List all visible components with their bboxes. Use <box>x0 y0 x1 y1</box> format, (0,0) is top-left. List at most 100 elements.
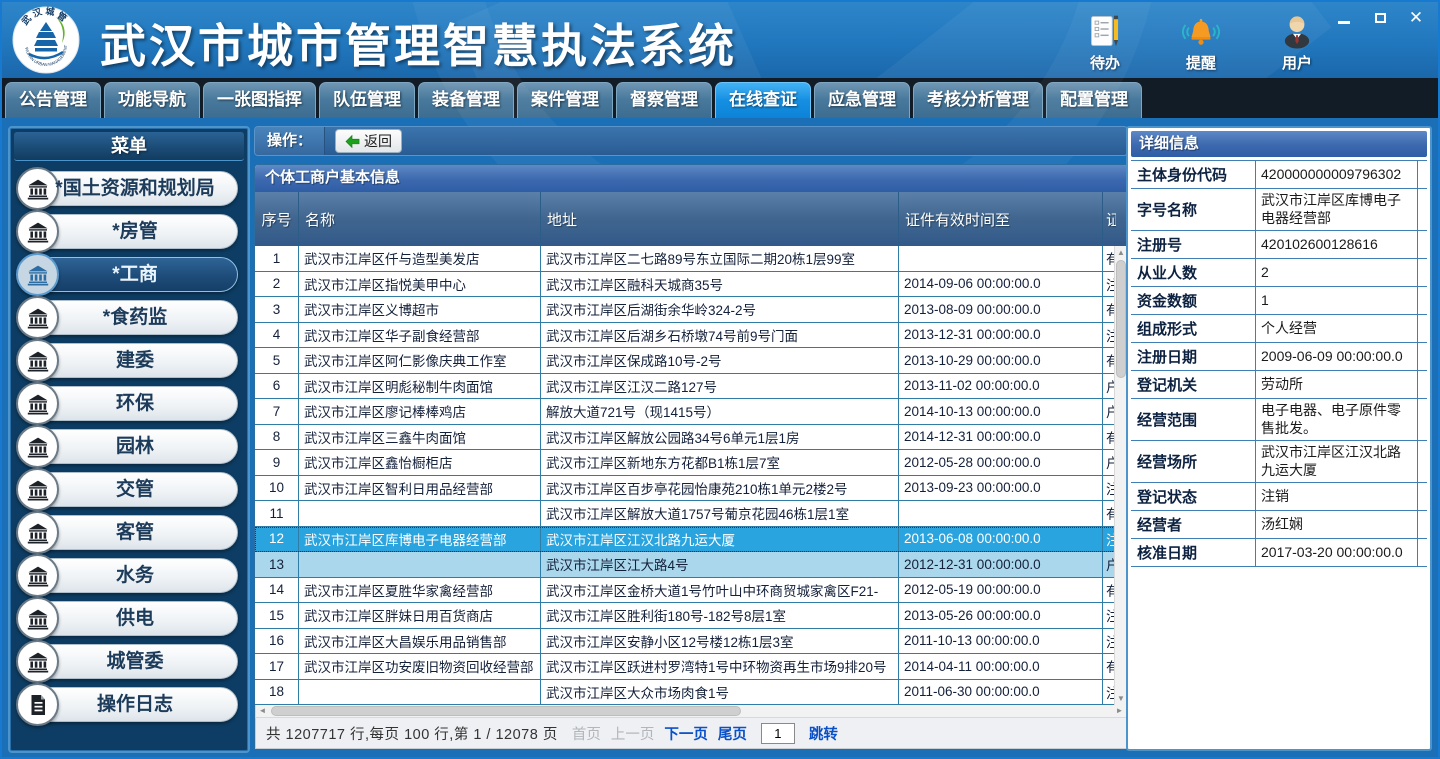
detail-panel: 详细信息 主体身份代码 420000000009796302 字号名称 武汉市江… <box>1126 126 1432 751</box>
sidebar-item-label: 操作日志 <box>32 687 238 722</box>
cell-valid-until: 2014-04-11 00:00:00.0 <box>899 654 1103 680</box>
cell-name: 武汉市江岸区鑫怡橱柜店 <box>299 450 541 476</box>
nav-tab-8-active[interactable]: 在线查证 <box>715 82 811 118</box>
detail-field-value: 武汉市江岸区库博电子电器经营部 <box>1255 189 1417 230</box>
cell-index: 2 <box>255 272 299 298</box>
back-button-label: 返回 <box>364 131 392 151</box>
cell-address: 武汉市江岸区安静小区12号楼12栋1层3室 <box>541 629 899 655</box>
cell-name: 武汉市江岸区胖妹日用百货商店 <box>299 603 541 629</box>
detail-field-value: 劳动所 <box>1255 371 1417 398</box>
sidebar-item-label: 交管 <box>32 472 238 507</box>
nav-tab-1[interactable]: 公告管理 <box>5 82 101 118</box>
sidebar-item[interactable]: 水务 <box>18 558 240 593</box>
nav-tab-2[interactable]: 功能导航 <box>104 82 200 118</box>
vertical-scrollbar-thumb[interactable] <box>1116 260 1126 378</box>
close-icon[interactable]: ✕ <box>1408 10 1424 26</box>
prev-page-link[interactable]: 上一页 <box>611 723 655 744</box>
results-panel: 个体工商户基本信息 序号名称地址证件有效时间至证件状态 1 武汉市江岸区仟与造型… <box>254 164 1128 750</box>
detail-row: 资金数额 1 <box>1131 287 1427 315</box>
table-row[interactable]: 4 武汉市江岸区华子副食经营部 武汉市江岸区后湖乡石桥墩74号前9号门面 201… <box>255 323 1127 349</box>
table-column-header: 证件状态 <box>1103 192 1116 246</box>
table-row[interactable]: 15 武汉市江岸区胖妹日用百货商店 武汉市江岸区胜利街180号-182号8层1室… <box>255 603 1127 629</box>
user-label: 用户 <box>1266 52 1328 73</box>
table-row[interactable]: 18 武汉市江岸区大众市场肉食1号 2011-06-30 00:00:00.0 … <box>255 680 1127 706</box>
scroll-right-icon[interactable]: ► <box>1113 705 1126 717</box>
cell-valid-until: 2011-10-13 00:00:00.0 <box>899 629 1103 655</box>
nav-tab-9[interactable]: 应急管理 <box>814 82 910 118</box>
table-row[interactable]: 1 武汉市江岸区仟与造型美发店 武汉市江岸区二七路89号东立国际二期20栋1层9… <box>255 246 1127 272</box>
detail-fields: 主体身份代码 420000000009796302 字号名称 武汉市江岸区库博电… <box>1131 160 1427 567</box>
nav-tab-7[interactable]: 督察管理 <box>616 82 712 118</box>
table-row[interactable]: 9 武汉市江岸区鑫怡橱柜店 武汉市江岸区新地东方花都B1栋1层7室 2012-0… <box>255 450 1127 476</box>
table-row[interactable]: 2 武汉市江岸区指悦美甲中心 武汉市江岸区融科天城商35号 2014-09-06… <box>255 272 1127 298</box>
sidebar-item[interactable]: *国土资源和规划局 <box>18 171 240 206</box>
sidebar-item[interactable]: 操作日志 <box>18 687 240 722</box>
detail-field-value: 1 <box>1255 287 1417 314</box>
cell-index: 15 <box>255 603 299 629</box>
nav-tab-6[interactable]: 案件管理 <box>517 82 613 118</box>
table-row[interactable]: 5 武汉市江岸区阿仁影像庆典工作室 武汉市江岸区保成路10号-2号 2013-1… <box>255 348 1127 374</box>
table-row[interactable]: 17 武汉市江岸区功安废旧物资回收经营部 武汉市江岸区跃进村罗湾特1号中环物资再… <box>255 654 1127 680</box>
detail-row-gutter <box>1417 287 1427 314</box>
cell-name: 武汉市江岸区仟与造型美发店 <box>299 246 541 272</box>
cell-valid-until: 2012-12-31 00:00:00.0 <box>899 552 1103 578</box>
table-row[interactable]: 8 武汉市江岸区三鑫牛肉面馆 武汉市江岸区解放公园路34号6单元1层1房 201… <box>255 425 1127 451</box>
sidebar-item[interactable]: 建委 <box>18 343 240 378</box>
user-button[interactable]: 用户 <box>1266 12 1328 73</box>
table-row[interactable]: 11 武汉市江岸区解放大道1757号葡京花园46栋1层1室 有 <box>255 501 1127 527</box>
table-row[interactable]: 3 武汉市江岸区义博超市 武汉市江岸区后湖街余华岭324-2号 2013-08-… <box>255 297 1127 323</box>
table-row[interactable]: 7 武汉市江岸区廖记棒棒鸡店 解放大道721号（现1415号） 2014-10-… <box>255 399 1127 425</box>
alerts-button[interactable]: 提醒 <box>1170 12 1232 73</box>
scroll-left-icon[interactable]: ◄ <box>256 705 269 717</box>
todo-button[interactable]: 待办 <box>1074 12 1136 73</box>
cell-name: 武汉市江岸区明彪秘制牛肉面馆 <box>299 374 541 400</box>
nav-tab-3[interactable]: 一张图指挥 <box>203 82 316 118</box>
nav-tab-10[interactable]: 考核分析管理 <box>913 82 1043 118</box>
table-row[interactable]: 16 武汉市江岸区大昌娱乐用品销售部 武汉市江岸区安静小区12号楼12栋1层3室… <box>255 629 1127 655</box>
horizontal-scrollbar[interactable]: ◄ ► <box>255 705 1127 718</box>
detail-row-gutter <box>1417 399 1427 440</box>
jump-link[interactable]: 跳转 <box>809 723 838 744</box>
pagination-summary: 共 1207717 行,每页 100 行,第 1 / 12078 页 <box>266 723 558 744</box>
sidebar-item[interactable]: 城管委 <box>18 644 240 679</box>
maximize-icon[interactable] <box>1372 10 1388 26</box>
detail-row-gutter <box>1417 441 1427 482</box>
cell-index: 18 <box>255 680 299 706</box>
alerts-label: 提醒 <box>1170 52 1232 73</box>
sidebar-item[interactable]: *食药监 <box>18 300 240 335</box>
table-row[interactable]: 10 武汉市江岸区智利日用品经营部 武汉市江岸区百步亭花园怡康苑210栋1单元2… <box>255 476 1127 502</box>
pagination-bar: 共 1207717 行,每页 100 行,第 1 / 12078 页 首页 上一… <box>255 718 1127 749</box>
nav-tab-5[interactable]: 装备管理 <box>418 82 514 118</box>
sidebar-item[interactable]: *工商 <box>18 257 240 292</box>
page-number-input[interactable] <box>761 723 795 744</box>
detail-row: 经营范围 电子电器、电子原件零售批发。 <box>1131 399 1427 441</box>
table-row[interactable]: 13 武汉市江岸区江大路4号 2012-12-31 00:00:00.0 户 <box>255 552 1127 578</box>
cell-valid-until: 2013-11-02 00:00:00.0 <box>899 374 1103 400</box>
sidebar-item[interactable]: *房管 <box>18 214 240 249</box>
cell-valid-until <box>899 501 1103 527</box>
next-page-link[interactable]: 下一页 <box>664 723 708 744</box>
table-row[interactable]: 12 武汉市江岸区库博电子电器经营部 武汉市江岸区江汉北路九运大厦 2013-0… <box>255 527 1127 553</box>
detail-row-gutter <box>1417 343 1427 370</box>
sidebar-item[interactable]: 客管 <box>18 515 240 550</box>
table-row[interactable]: 14 武汉市江岸区夏胜华家禽经营部 武汉市江岸区金桥大道1号竹叶山中环商贸城家禽… <box>255 578 1127 604</box>
cell-valid-until: 2013-12-31 00:00:00.0 <box>899 323 1103 349</box>
cell-name: 武汉市江岸区廖记棒棒鸡店 <box>299 399 541 425</box>
table-row[interactable]: 6 武汉市江岸区明彪秘制牛肉面馆 武汉市江岸区江汉二路127号 2013-11-… <box>255 374 1127 400</box>
back-button[interactable]: 返回 <box>335 129 402 153</box>
cell-index: 10 <box>255 476 299 502</box>
horizontal-scrollbar-thumb[interactable] <box>271 706 741 716</box>
sidebar-item[interactable]: 环保 <box>18 386 240 421</box>
table-column-header: 名称 <box>299 192 541 246</box>
detail-field-value: 个人经营 <box>1255 315 1417 342</box>
nav-tab-11[interactable]: 配置管理 <box>1046 82 1142 118</box>
nav-tab-4[interactable]: 队伍管理 <box>319 82 415 118</box>
sidebar-item[interactable]: 园林 <box>18 429 240 464</box>
minimize-icon[interactable] <box>1336 10 1352 26</box>
first-page-link[interactable]: 首页 <box>572 723 601 744</box>
cell-index: 1 <box>255 246 299 272</box>
detail-field-label: 登记状态 <box>1131 483 1255 510</box>
sidebar-item[interactable]: 供电 <box>18 601 240 636</box>
sidebar-item[interactable]: 交管 <box>18 472 240 507</box>
last-page-link[interactable]: 尾页 <box>718 723 747 744</box>
